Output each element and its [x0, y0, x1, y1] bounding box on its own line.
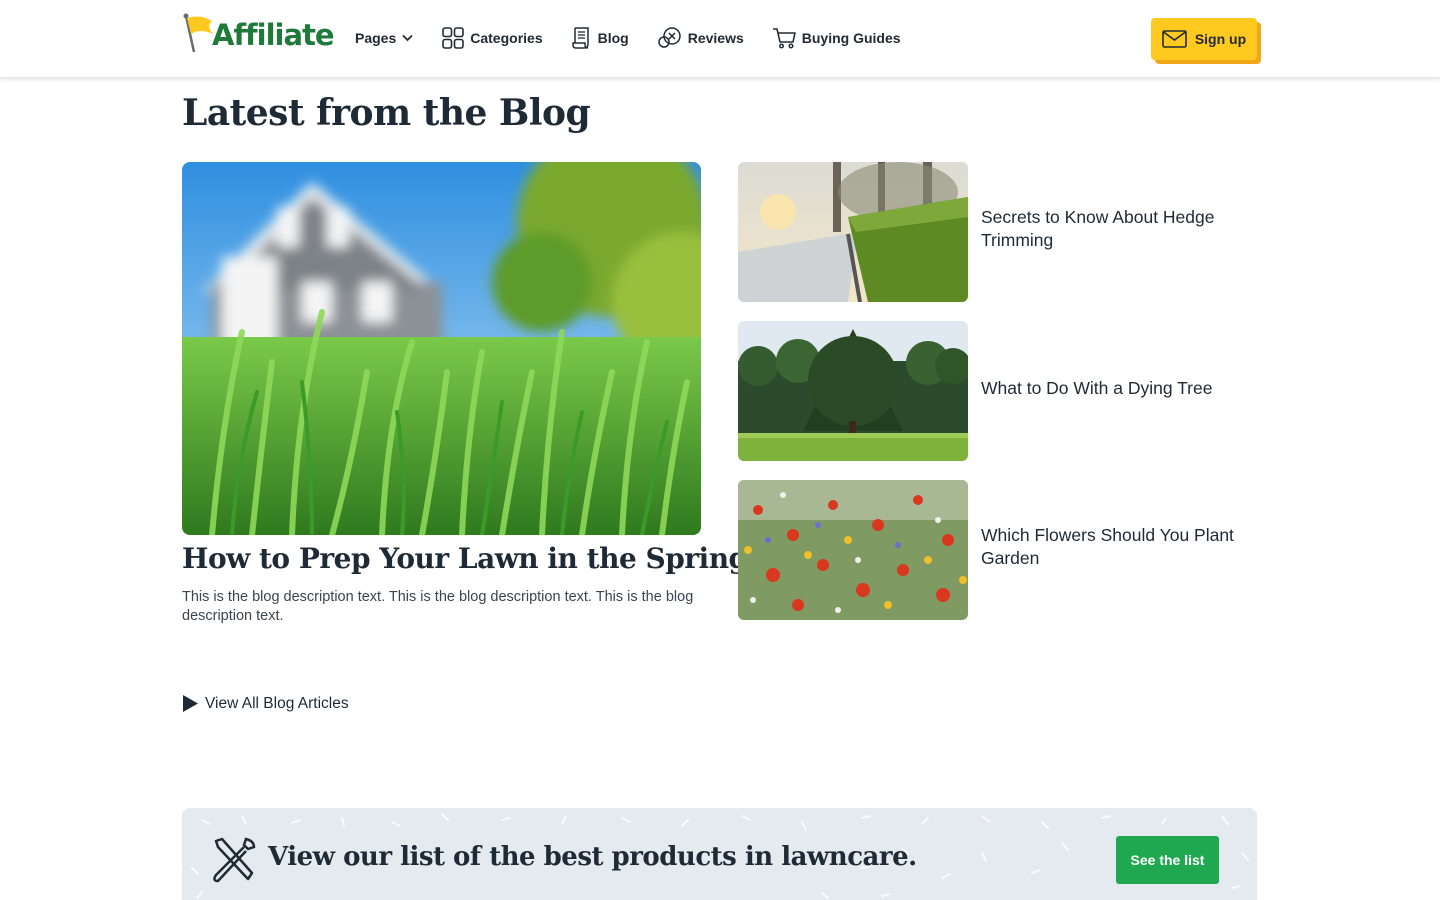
section-title: Latest from the Blog	[182, 92, 591, 134]
blog-post-title[interactable]: Secrets to Know About Hedge Trimming	[981, 206, 1256, 252]
blog-post-title[interactable]: Which Flowers Should You Plant Garden	[981, 524, 1256, 570]
products-banner: View our list of the best products in la…	[182, 808, 1257, 900]
flowers-image	[738, 480, 968, 620]
logo-text: Affiliate	[212, 18, 335, 52]
blog-post-card[interactable]: Secrets to Know About Hedge Trimming	[738, 162, 1258, 302]
sign-up-label: Sign up	[1194, 31, 1247, 47]
blog-post-title[interactable]: What to Do With a Dying Tree	[981, 377, 1256, 400]
site-logo[interactable]: Affiliate	[182, 12, 335, 56]
cart-icon	[772, 28, 796, 49]
chevron-down-icon	[402, 34, 413, 42]
tools-icon	[208, 835, 258, 890]
play-arrow-icon	[183, 695, 198, 712]
featured-post-description: This is the blog description text. This …	[182, 589, 694, 624]
tree-image	[738, 321, 968, 461]
nav-categories[interactable]: Categories	[441, 26, 543, 50]
view-all-blog-link[interactable]: View All Blog Articles	[182, 694, 349, 713]
banner-text: View our list of the best products in la…	[268, 842, 917, 872]
site-header: Affiliate Pages Categories Blog Reviews …	[0, 0, 1440, 78]
nav-pages[interactable]: Pages	[355, 30, 413, 46]
view-all-label: View All Blog Articles	[205, 694, 349, 712]
blog-post-card[interactable]: What to Do With a Dying Tree	[738, 321, 1258, 461]
nav-categories-label: Categories	[470, 30, 543, 46]
nav-buying-guides[interactable]: Buying Guides	[772, 26, 901, 50]
flag-logo-icon	[182, 12, 222, 56]
sign-up-button[interactable]: Sign up	[1151, 18, 1257, 60]
main-nav: Pages Categories Blog Reviews Buying Gui…	[355, 22, 929, 54]
document-icon	[571, 27, 589, 49]
nav-reviews-label: Reviews	[687, 30, 744, 46]
nav-buying-guides-label: Buying Guides	[801, 30, 901, 46]
nav-pages-label: Pages	[355, 30, 397, 46]
nav-reviews[interactable]: Reviews	[657, 26, 744, 50]
envelope-icon	[1162, 30, 1187, 48]
featured-post-title[interactable]: How to Prep Your Lawn in the Spring	[182, 542, 748, 575]
featured-post-image[interactable]	[182, 162, 701, 535]
lawn-house-image	[182, 162, 701, 535]
blog-post-card[interactable]: Which Flowers Should You Plant Garden	[738, 480, 1258, 620]
nav-blog[interactable]: Blog	[571, 26, 629, 50]
review-icon	[657, 27, 681, 48]
grid-icon	[442, 27, 465, 49]
nav-blog-label: Blog	[597, 30, 629, 46]
see-the-list-label: See the list	[1130, 852, 1205, 868]
see-the-list-button[interactable]: See the list	[1116, 836, 1219, 884]
hedge-image	[738, 162, 968, 302]
